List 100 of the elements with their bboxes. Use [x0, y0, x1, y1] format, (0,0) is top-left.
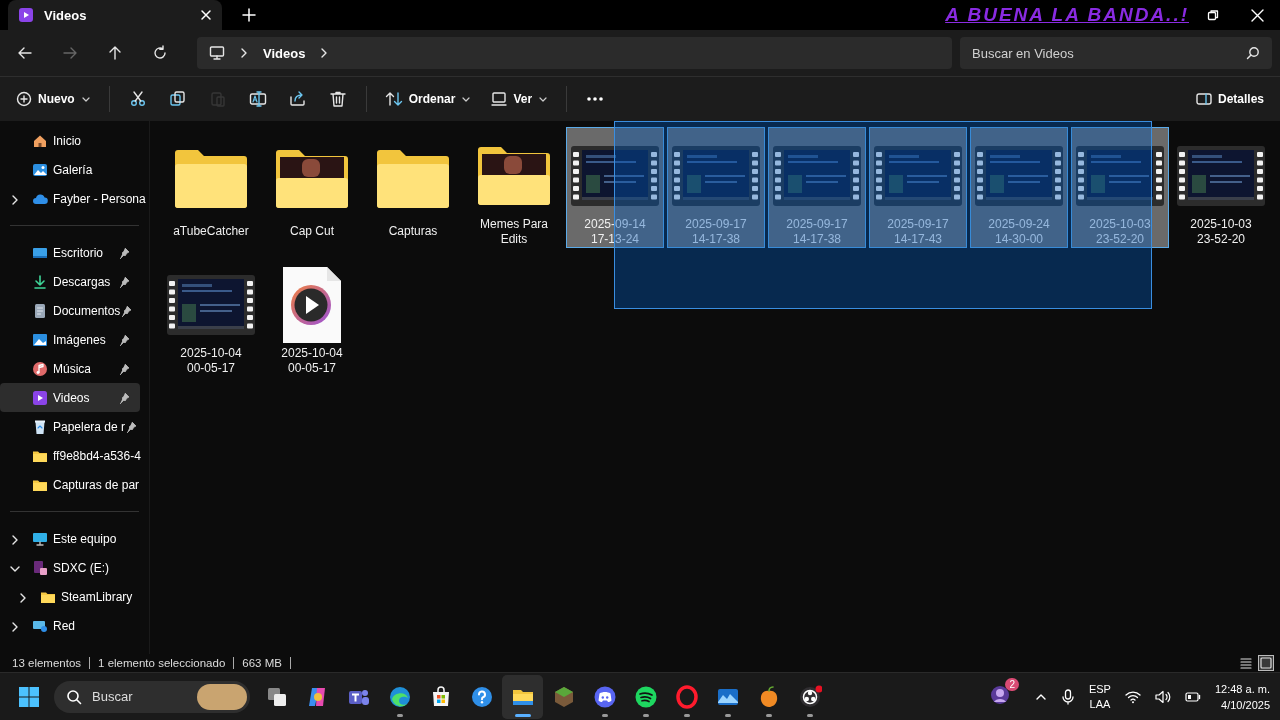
chat-controller-icon[interactable] [592, 684, 617, 709]
pin-icon [120, 304, 133, 317]
pin-icon [118, 391, 130, 404]
search-icon [66, 688, 82, 705]
sidebar-item[interactable]: Escritorio [0, 238, 140, 267]
sidebar-item[interactable]: Videos [0, 383, 140, 412]
recycle-bin-icon [32, 418, 48, 435]
running-indicator [765, 713, 772, 717]
volume-icon[interactable] [1154, 689, 1171, 704]
download-icon [32, 273, 48, 290]
breadcrumb-item[interactable]: Videos [263, 45, 306, 61]
trash-icon[interactable] [328, 90, 347, 108]
refresh-icon[interactable] [152, 45, 168, 61]
search-field[interactable]: Buscar en Videos [960, 37, 1272, 69]
new-tab-icon[interactable] [242, 8, 256, 22]
selection-size: 663 MB [234, 657, 291, 669]
sidebar-item[interactable]: Red [0, 611, 140, 640]
selection-info: 1 elemento seleccionado [90, 657, 235, 669]
copy-icon[interactable] [168, 90, 187, 108]
up-arrow-icon[interactable] [107, 45, 123, 61]
sidebar-item[interactable]: Inicio [0, 126, 140, 155]
close-icon[interactable] [1251, 8, 1264, 22]
file-item[interactable]: Memes Para Edits [465, 127, 563, 248]
document-icon [32, 302, 48, 319]
running-indicator [724, 713, 731, 717]
running-indicator [396, 713, 403, 717]
sidebar-item[interactable]: Descargas [0, 267, 140, 296]
search-highlight-picture [197, 683, 247, 710]
browser-tab[interactable]: Videos [8, 0, 222, 30]
sound-waves-icon[interactable] [633, 684, 658, 709]
pin-icon [125, 420, 138, 433]
aperture-icon[interactable] [797, 684, 822, 709]
address-bar[interactable]: Videos [197, 37, 952, 69]
forward-arrow-icon[interactable] [62, 45, 78, 61]
sort-button[interactable]: Ordenar [376, 85, 480, 113]
windows-logo-icon[interactable] [18, 685, 40, 708]
sidebar-item[interactable]: SteamLibrary [8, 582, 148, 611]
item-count: 13 elementos [12, 657, 91, 669]
keyboard-layout[interactable]: LAA [1089, 696, 1111, 712]
taskbar-search-field[interactable]: Buscar [54, 680, 250, 713]
close-tab-icon[interactable] [200, 9, 212, 21]
microphone-icon[interactable] [1060, 688, 1075, 705]
more-options-icon[interactable] [586, 96, 605, 102]
pin-icon [118, 275, 130, 288]
notification-badge: 2 [1005, 678, 1019, 691]
sidebar-item[interactable]: Fayber - Persona [0, 184, 146, 213]
picture-icon [32, 331, 48, 348]
media-file-icon [281, 264, 343, 345]
pin-icon [118, 362, 130, 375]
running-indicator [683, 713, 690, 717]
sidebar-item[interactable]: Papelera de r [0, 412, 148, 441]
computer-icon [209, 45, 225, 61]
video-folder-icon [32, 389, 48, 406]
back-arrow-icon[interactable] [17, 45, 33, 61]
view-button[interactable]: Ver [483, 85, 557, 113]
pin-icon [118, 333, 130, 346]
file-item[interactable]: 2025-09-14 17-13-24 [566, 127, 664, 248]
file-item[interactable]: aTubeCatcher [162, 127, 260, 248]
running-indicator [601, 713, 608, 717]
video-folder-icon [18, 7, 34, 23]
music-note-icon [32, 360, 48, 377]
sidebar-item[interactable]: Imágenes [0, 325, 140, 354]
tiles-view-icon[interactable] [1258, 655, 1274, 671]
file-item[interactable]: Cap Cut [263, 127, 361, 248]
sidebar-item[interactable]: ff9e8bd4-a536-4 [0, 441, 141, 470]
sidebar-item[interactable]: Galería [0, 155, 140, 184]
running-indicator [514, 713, 531, 717]
taskbar-button[interactable] [502, 674, 543, 719]
file-item[interactable]: 2025-10-03 23-52-20 [1172, 127, 1270, 248]
details-pane-icon [1195, 92, 1212, 106]
share-icon[interactable] [288, 90, 307, 108]
file-item[interactable]: 2025-10-04 00-05-17 [162, 256, 260, 377]
sidebar-item[interactable]: Capturas de par [0, 470, 140, 499]
gallery-icon [32, 161, 48, 178]
sidebar-item[interactable]: Música [0, 354, 140, 383]
details-view-icon[interactable] [1238, 655, 1254, 671]
language-code[interactable]: ESP [1088, 681, 1111, 697]
details-button[interactable]: Detalles [1187, 86, 1272, 112]
battery-icon[interactable] [1184, 690, 1201, 703]
ring-icon[interactable] [674, 684, 699, 709]
running-indicator [806, 713, 813, 717]
wave-circle-icon[interactable] [387, 684, 412, 709]
clock-time[interactable]: 12:48 a. m. [1214, 680, 1270, 697]
file-item[interactable]: Capturas [364, 127, 462, 248]
sidebar-item[interactable]: Documentos [0, 296, 143, 325]
scissors-icon[interactable] [128, 90, 147, 108]
new-button[interactable]: Nuevo [8, 85, 99, 113]
sidebar-item[interactable]: Este equipo [0, 524, 140, 553]
overlay-caption: A BUENA LA BANDA..! [945, 4, 1189, 26]
clock-date[interactable]: 4/10/2025 [1221, 696, 1270, 713]
wifi-icon[interactable] [1124, 689, 1141, 704]
file-item[interactable]: 2025-10-04 00-05-17 [263, 256, 361, 377]
search-icon[interactable] [1246, 46, 1260, 60]
monitor-icon [491, 91, 508, 107]
character-icon[interactable] [988, 684, 1011, 706]
sidebar-item[interactable]: SDXC (E:) [0, 553, 140, 582]
help-icon[interactable] [469, 684, 494, 709]
restore-icon[interactable] [1207, 9, 1219, 21]
computer-icon [32, 530, 48, 547]
rename-icon[interactable] [248, 90, 267, 108]
